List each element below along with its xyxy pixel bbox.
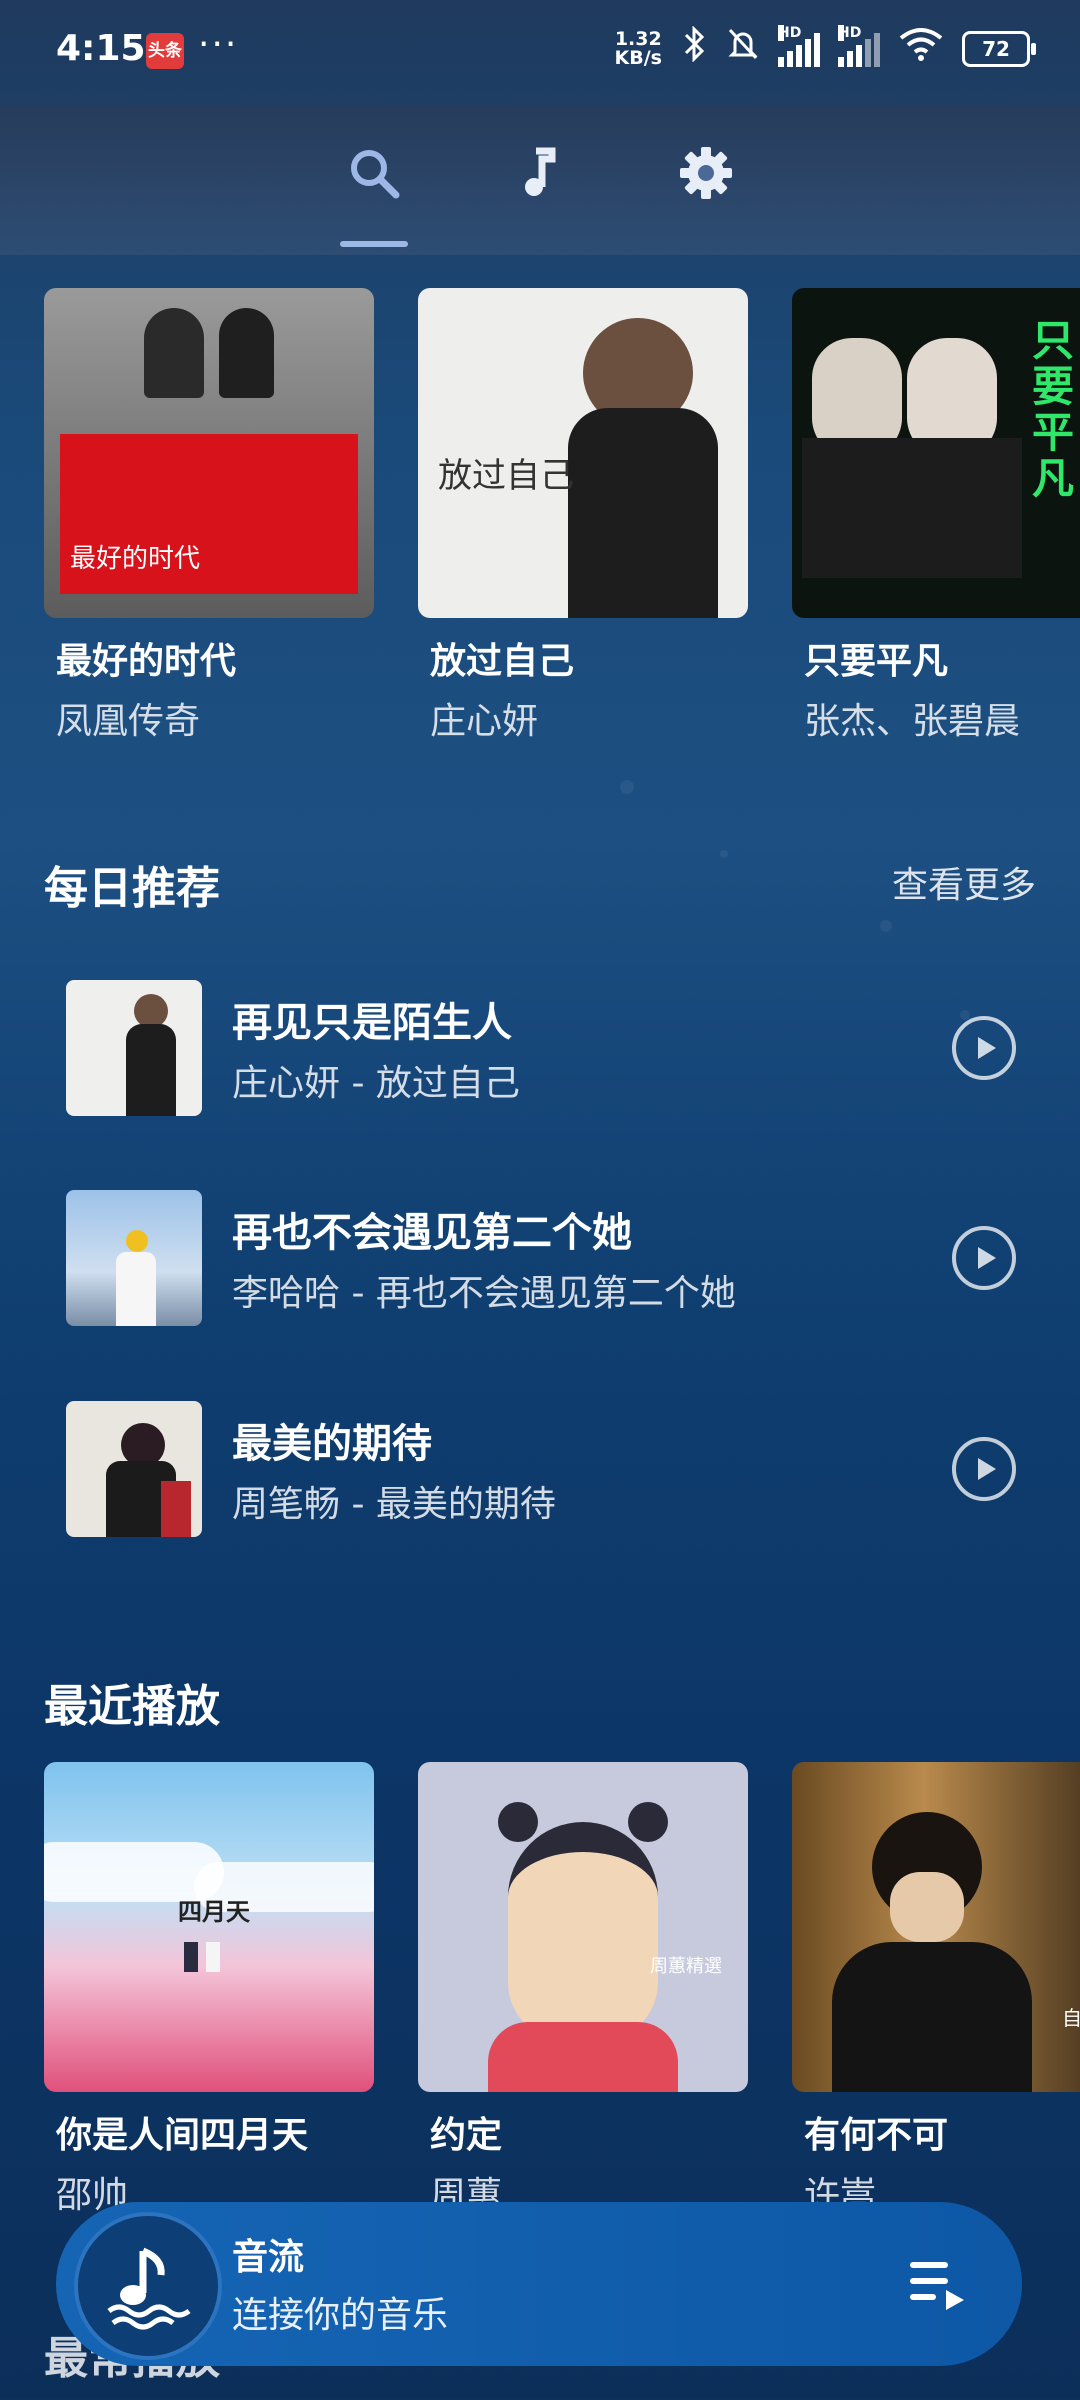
- network-speed-unit: KB/s: [614, 46, 662, 69]
- album-card[interactable]: 四月天 你是人间四月天 邵帅: [44, 1762, 374, 2218]
- album-title: 有何不可: [804, 2115, 949, 2156]
- album-title: 最好的时代: [56, 641, 237, 682]
- play-icon: [978, 1247, 996, 1269]
- playlist-queue-button[interactable]: [908, 2256, 966, 2316]
- album-card[interactable]: 最好的时代 最好的时代 凤凰传奇: [44, 288, 374, 744]
- play-button[interactable]: [952, 1226, 1016, 1290]
- album-title: 放过自己: [430, 641, 575, 682]
- song-item[interactable]: 最美的期待 周笔畅 - 最美的期待: [66, 1400, 1026, 1538]
- song-text: 再见只是陌生人 庄心妍 - 放过自己: [232, 990, 952, 1106]
- featured-album-row: 最好的时代 最好的时代 凤凰传奇 放过自己 放过自己 庄心妍 只要平凡 只要平凡…: [44, 288, 1080, 744]
- song-item[interactable]: 再也不会遇见第二个她 李哈哈 - 再也不会遇见第二个她: [66, 1189, 1026, 1327]
- network-speed: 1.32 KB/s: [614, 27, 662, 69]
- status-bar: 4:15 头条 ··· 1.32 KB/s HD HD 72: [0, 0, 1080, 105]
- song-item[interactable]: 再见只是陌生人 庄心妍 - 放过自己: [66, 979, 1026, 1117]
- music-wave-icon: [107, 2247, 191, 2330]
- album-title: 你是人间四月天: [56, 2115, 309, 2156]
- album-cover[interactable]: 自: [792, 1762, 1080, 2092]
- battery-icon: 72: [962, 30, 1036, 67]
- recent-album-row: 四月天 你是人间四月天 邵帅 周蕙精選 约定 周蕙 自 有何不可 许嵩: [44, 1762, 1080, 2218]
- song-title: 再也不会遇见第二个她: [232, 1210, 632, 1256]
- album-card[interactable]: 自 有何不可 许嵩: [792, 1762, 1080, 2218]
- album-card[interactable]: 放过自己 放过自己 庄心妍: [418, 288, 748, 744]
- song-title: 再见只是陌生人: [232, 1000, 512, 1046]
- song-subtitle: 周笔畅 - 最美的期待: [232, 1484, 556, 1525]
- album-cover[interactable]: 最好的时代: [44, 288, 374, 618]
- active-tab-indicator: [340, 241, 408, 247]
- music-note-icon: [525, 147, 556, 196]
- album-artist: 庄心妍: [430, 701, 539, 742]
- play-button[interactable]: [952, 1016, 1016, 1080]
- status-icons: 1.32 KB/s HD HD 72: [614, 24, 1036, 71]
- album-cover[interactable]: 四月天: [44, 1762, 374, 2092]
- album-cover[interactable]: 周蕙精選: [418, 1762, 748, 2092]
- more-notifications-icon: ···: [198, 24, 239, 65]
- signal-1-icon: HD: [778, 24, 820, 67]
- wifi-icon: [898, 26, 944, 71]
- player-subtitle: 连接你的音乐: [232, 2295, 449, 2336]
- album-cover-text: 四月天: [178, 1898, 250, 1926]
- play-icon: [978, 1458, 996, 1480]
- status-time: 4:15: [56, 28, 146, 69]
- tab-settings[interactable]: [666, 133, 746, 213]
- song-title: 最美的期待: [232, 1421, 432, 1467]
- album-artist: 凤凰传奇: [56, 701, 201, 742]
- song-cover: [66, 1401, 202, 1537]
- app-badge: 头条: [146, 33, 184, 69]
- tab-music[interactable]: [500, 133, 580, 213]
- recent-section-title: 最近播放: [44, 1681, 220, 1732]
- hd2-label: HD: [838, 24, 862, 41]
- top-tab-bar: [0, 105, 1080, 255]
- search-icon: [351, 150, 400, 199]
- playlist-icon: [910, 2262, 964, 2310]
- album-cover-text: 自: [1062, 2006, 1080, 2030]
- player-title: 音流: [232, 2237, 305, 2278]
- album-cover-text: 最好的时代: [70, 544, 201, 574]
- song-text: 最美的期待 周笔畅 - 最美的期待: [232, 1411, 952, 1527]
- see-more-link[interactable]: 查看更多: [892, 856, 1036, 908]
- album-cover-text: 放过自己: [438, 456, 574, 496]
- mini-player[interactable]: 音流 连接你的音乐: [56, 2202, 1022, 2366]
- player-disc[interactable]: [74, 2212, 222, 2360]
- album-card[interactable]: 周蕙精選 约定 周蕙: [418, 1762, 748, 2218]
- song-cover: [66, 1190, 202, 1326]
- mute-bell-icon: [726, 26, 760, 71]
- album-cover-text: 周蕙精選: [650, 1956, 722, 1977]
- play-button[interactable]: [952, 1437, 1016, 1501]
- album-cover[interactable]: 只要平凡: [792, 288, 1080, 618]
- song-cover: [66, 980, 202, 1116]
- album-title: 只要平凡: [804, 641, 949, 682]
- daily-section-title: 每日推荐: [44, 863, 220, 914]
- album-title: 约定: [430, 2115, 503, 2156]
- song-subtitle: 李哈哈 - 再也不会遇见第二个她: [232, 1273, 736, 1314]
- play-icon: [978, 1037, 996, 1059]
- tab-search[interactable]: [334, 133, 414, 213]
- gear-icon: [680, 147, 732, 199]
- album-card[interactable]: 只要平凡 只要平凡 张杰、张碧晨: [792, 288, 1080, 744]
- network-speed-value: 1.32: [614, 27, 662, 50]
- album-artist: 张杰、张碧晨: [804, 701, 1021, 742]
- song-subtitle: 庄心妍 - 放过自己: [232, 1063, 520, 1104]
- song-text: 再也不会遇见第二个她 李哈哈 - 再也不会遇见第二个她: [232, 1200, 952, 1316]
- signal-2-icon: HD: [838, 24, 880, 67]
- album-cover-text: 只要平凡: [1032, 316, 1075, 503]
- hd1-label: HD: [778, 24, 802, 41]
- album-cover[interactable]: 放过自己: [418, 288, 748, 618]
- bluetooth-icon: [680, 25, 708, 71]
